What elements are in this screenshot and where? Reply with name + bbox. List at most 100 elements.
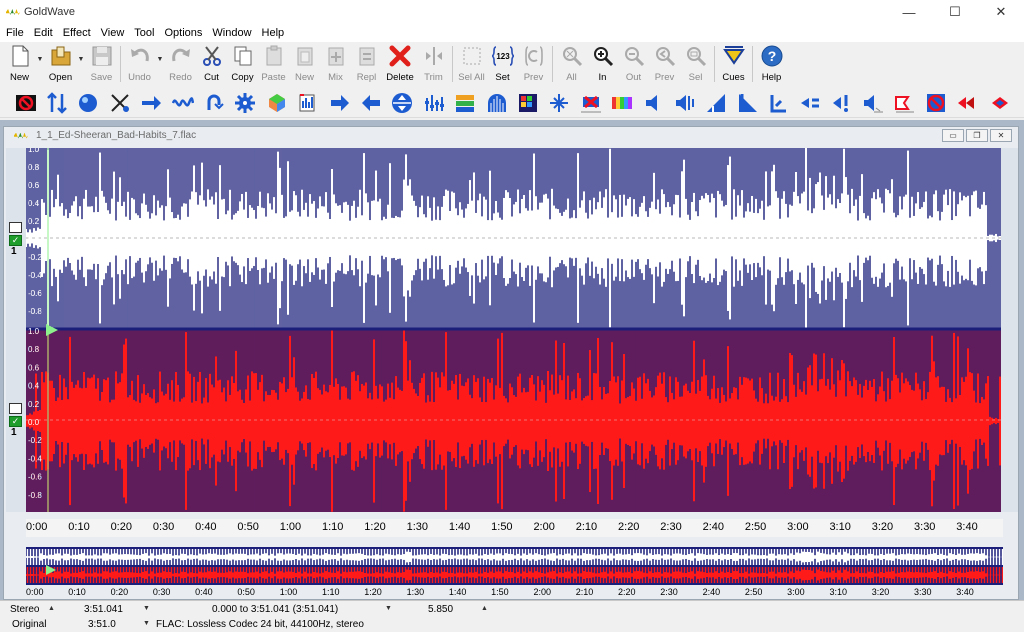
left-channel-enable-checkbox[interactable]: ✓ xyxy=(9,235,22,246)
menu-window[interactable]: Window xyxy=(208,27,257,39)
zoom-in-button[interactable]: In xyxy=(587,42,618,88)
reverse-button[interactable] xyxy=(387,90,418,116)
status-zoom: 5.850 xyxy=(428,604,454,615)
paste-label: Paste xyxy=(261,72,286,83)
document-restore-button[interactable]: ❐ xyxy=(966,129,988,142)
trim-button[interactable]: Trim xyxy=(418,42,449,88)
offset-button[interactable] xyxy=(293,90,324,116)
zoom-selection-button[interactable]: Sel xyxy=(680,42,711,88)
maximize-volume-icon xyxy=(864,94,884,112)
zoom-all-button[interactable]: All xyxy=(556,42,587,88)
cut-button[interactable]: Cut xyxy=(196,42,227,88)
right-channel-toggle[interactable] xyxy=(9,403,22,414)
volume-shape-button[interactable] xyxy=(701,90,732,116)
fade-down-button[interactable] xyxy=(763,90,794,116)
menu-edit[interactable]: Edit xyxy=(30,27,59,39)
doppler-button[interactable] xyxy=(41,90,72,116)
dynamics-button[interactable] xyxy=(73,90,104,116)
vertical-scroll-strip[interactable] xyxy=(1001,148,1018,512)
paste-button[interactable]: Paste xyxy=(258,42,289,88)
menu-file[interactable]: File xyxy=(2,27,30,39)
mix-icon xyxy=(328,47,343,66)
change-volume-button[interactable] xyxy=(826,90,857,116)
maximize-volume-button[interactable] xyxy=(858,90,889,116)
save-button[interactable]: Save xyxy=(86,42,117,88)
silence-reduction-button[interactable] xyxy=(575,90,606,116)
time-ruler-label: 2:20 xyxy=(618,521,640,533)
mdi-workspace: 1_1_Ed-Sheeran_Bad-Habits_7.flac ▭ ❐ ✕ ✓… xyxy=(0,120,1024,600)
invert-button[interactable] xyxy=(198,90,229,116)
noise-reduction-button[interactable] xyxy=(261,90,292,116)
menu-tool[interactable]: Tool xyxy=(130,27,160,39)
time-ruler-label: 1:10 xyxy=(322,521,344,533)
interpolate-button[interactable] xyxy=(606,90,637,116)
previous-selection-button[interactable]: Prev xyxy=(518,42,549,88)
time-warp-button[interactable] xyxy=(638,90,669,116)
menu-options[interactable]: Options xyxy=(160,27,208,39)
maximize-button[interactable]: ☐ xyxy=(932,0,978,24)
compressor-button[interactable] xyxy=(920,90,951,116)
time-ruler[interactable]: 0:00 0:10 0:20 0:30 0:40 0:50 1:00 1:10 1:20 1:30… xyxy=(26,519,1003,537)
volume-button[interactable] xyxy=(669,90,700,116)
help-button[interactable]: ? Help xyxy=(756,42,787,88)
right-channel-enable-checkbox[interactable]: ✓ xyxy=(9,416,22,427)
echo-button[interactable] xyxy=(104,90,135,116)
status-channels-arrow[interactable]: ▲ xyxy=(48,605,55,612)
spectrum-filter-button[interactable] xyxy=(481,90,512,116)
overview-time-label: 2:20 xyxy=(618,587,636,597)
playback-rate-button[interactable] xyxy=(355,90,386,116)
auto-cue-button[interactable] xyxy=(983,90,1014,116)
fade-up-button[interactable] xyxy=(732,90,763,116)
waveform-display[interactable]: 1.0 0.8 0.6 0.4 0.2 0.0 -0.2 -0.4 -0.6 -0.8 1.0 0.… xyxy=(26,148,1003,512)
select-all-button[interactable]: Sel All xyxy=(456,42,487,88)
undo-button[interactable]: Undo xyxy=(124,42,155,88)
axis-tick-label: 0.0 xyxy=(28,235,40,244)
close-button[interactable]: ✕ xyxy=(978,0,1024,24)
redo-button[interactable]: Redo xyxy=(165,42,196,88)
reverb-button[interactable] xyxy=(512,90,543,116)
dynamics-icon xyxy=(79,93,98,112)
stop-effect-button[interactable] xyxy=(10,90,41,116)
replace-button[interactable]: Repl xyxy=(351,42,382,88)
status-original-arrow[interactable]: ▼ xyxy=(143,620,150,627)
zoom-previous-button[interactable]: Prev xyxy=(649,42,680,88)
axis-tick-label: 0.0 xyxy=(28,418,40,427)
open-button[interactable]: Open xyxy=(45,42,76,88)
menu-help[interactable]: Help xyxy=(258,27,291,39)
zoom-out-button[interactable]: Out xyxy=(618,42,649,88)
flanger-button[interactable] xyxy=(167,90,198,116)
resample-button[interactable] xyxy=(418,90,449,116)
set-selection-button[interactable]: 123 Set xyxy=(487,42,518,88)
match-volume-button[interactable] xyxy=(795,90,826,116)
new-button[interactable]: New xyxy=(4,42,35,88)
minimize-button[interactable]: — xyxy=(886,0,932,24)
open-label: Open xyxy=(48,72,73,83)
undo-dropdown-arrow[interactable]: ▼ xyxy=(155,42,165,88)
menu-view[interactable]: View xyxy=(97,27,131,39)
copy-button[interactable]: Copy xyxy=(227,42,258,88)
open-dropdown-arrow[interactable]: ▼ xyxy=(76,42,86,88)
document-close-button[interactable]: ✕ xyxy=(990,129,1012,142)
left-channel-toggle[interactable] xyxy=(9,222,22,233)
delete-button[interactable]: Delete xyxy=(382,42,418,88)
new-dropdown-arrow[interactable]: ▼ xyxy=(35,42,45,88)
pitch-button[interactable] xyxy=(544,90,575,116)
document-minimize-button[interactable]: ▭ xyxy=(942,129,964,142)
cues-button[interactable]: Cues xyxy=(718,42,749,88)
status-zoom-arrow[interactable]: ▲ xyxy=(481,605,488,612)
status-length-arrow[interactable]: ▼ xyxy=(143,605,150,612)
equalizer-button[interactable] xyxy=(449,90,480,116)
pan-button[interactable] xyxy=(324,90,355,116)
overview-time-label: 2:10 xyxy=(575,587,594,597)
overview-waveform[interactable] xyxy=(26,547,1003,585)
paste-new-button[interactable]: New xyxy=(289,42,320,88)
mechanize-button[interactable] xyxy=(230,90,261,116)
shape-volume-button[interactable] xyxy=(889,90,920,116)
mix-button[interactable]: Mix xyxy=(320,42,351,88)
fade-in-button[interactable] xyxy=(136,90,167,116)
toolbar-separator xyxy=(714,46,715,82)
menu-effect[interactable]: Effect xyxy=(59,27,97,39)
noise-gate-button[interactable] xyxy=(952,90,983,116)
new-label: New xyxy=(9,72,29,83)
status-selection-arrow[interactable]: ▼ xyxy=(385,605,392,612)
